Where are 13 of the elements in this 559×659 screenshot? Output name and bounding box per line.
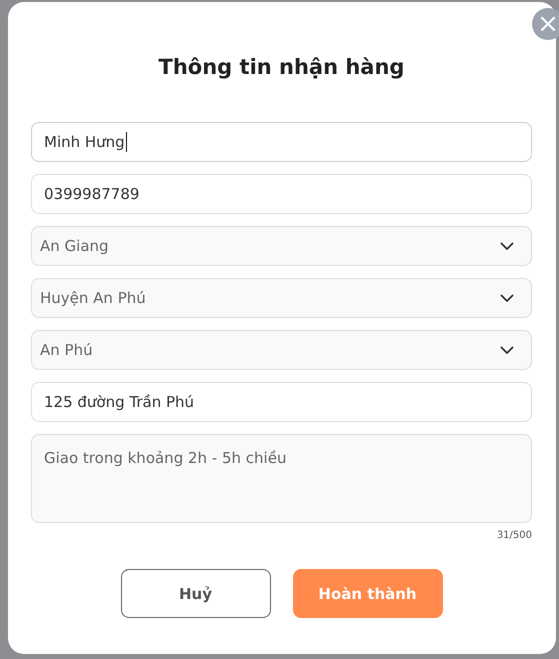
chevron-down-icon [500,346,514,354]
chevron-down-icon [500,242,514,250]
chevron-down-icon [500,294,514,302]
character-counter: 31/500 [496,530,532,541]
dialog-title: Thông tin nhận hàng [158,54,406,81]
dropdown-field[interactable]: Huyện An Phú [31,278,532,318]
dropdown-field[interactable]: An Phú [31,330,532,370]
input-field[interactable]: Minh Hưng [31,122,532,162]
cancel-button[interactable]: Huỷ [120,569,270,618]
input-field[interactable]: 0399987789 [31,174,532,214]
input-field[interactable]: 125 đường Trần Phú [31,382,532,422]
note-field[interactable]: Giao trong khoảng 2h - 5h chiều [31,434,532,523]
dropdown-field[interactable]: An Giang [31,226,532,266]
